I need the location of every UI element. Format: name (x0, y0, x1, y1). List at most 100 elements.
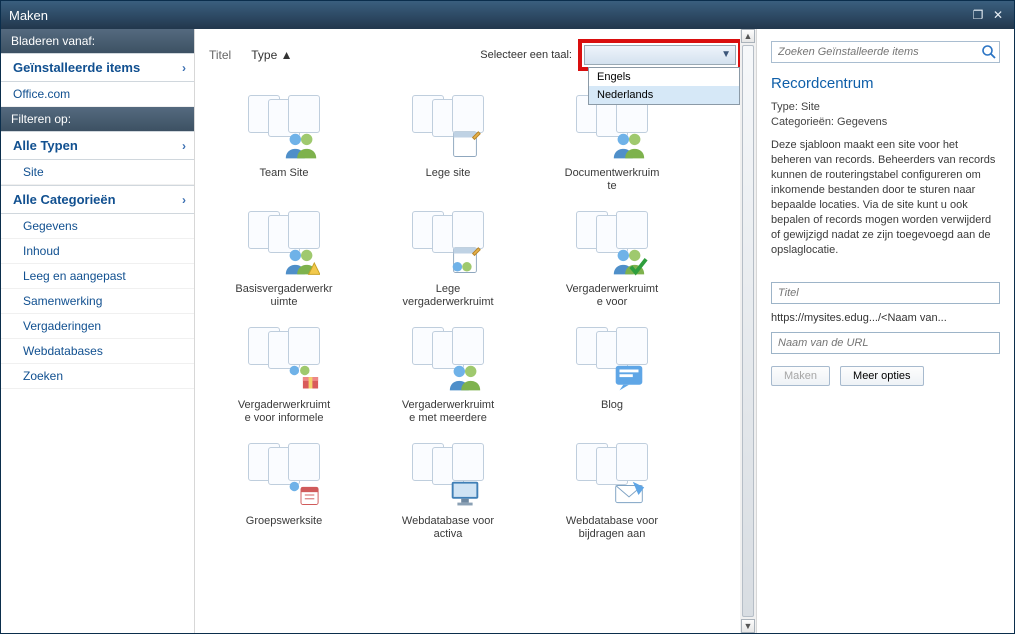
template-label: Groepswerksite (209, 515, 359, 528)
overlay-icon (446, 127, 484, 161)
template-icon (244, 443, 324, 509)
details-meta: Type: Site Categorieën: Gegevens (771, 100, 1000, 130)
language-dropdown: Engels Nederlands (588, 67, 740, 105)
language-block: Selecteer een taal: ▼ Engels Nederlands (480, 39, 742, 71)
search-wrap (771, 41, 1000, 63)
template-tile[interactable]: Lege site (373, 95, 523, 193)
scroll-thumb[interactable] (742, 45, 754, 617)
template-icon (572, 443, 652, 509)
overlay-icon (282, 475, 320, 509)
url-prefix: https://mysites.edug.../<Naam van... (771, 312, 1000, 324)
template-tile[interactable]: Vergaderwerkruimte voor (537, 211, 687, 309)
template-grid: Team Site Lege site Documentwerkruimte Basi… (195, 71, 756, 549)
left-panel: Bladeren vanaf: Geïnstalleerde items › O… (1, 29, 195, 633)
nav-cat-inhoud[interactable]: Inhoud (1, 239, 194, 264)
nav-cat-leeg[interactable]: Leeg en aangepast (1, 264, 194, 289)
template-label: Lege site (373, 167, 523, 180)
maximize-icon[interactable]: ❐ (970, 8, 986, 22)
template-label: Vergaderwerkruimte voor informele (209, 399, 359, 425)
title-field[interactable] (771, 282, 1000, 304)
scroll-up-icon[interactable]: ▲ (741, 29, 755, 43)
template-icon (244, 95, 324, 161)
chevron-right-icon: › (182, 139, 186, 153)
nav-cat-samenwerking[interactable]: Samenwerking (1, 289, 194, 314)
template-tile[interactable]: Vergaderwerkruimte met meerdere (373, 327, 523, 425)
scroll-down-icon[interactable]: ▼ (741, 619, 755, 633)
template-tile[interactable]: Documentwerkruimte (537, 95, 687, 193)
details-title: Recordcentrum (771, 75, 1000, 92)
overlay-icon (446, 475, 484, 509)
lang-option-engels[interactable]: Engels (589, 68, 739, 86)
template-icon (244, 211, 324, 277)
titlebar: Maken ❐ ✕ (1, 1, 1014, 29)
nav-office-com[interactable]: Office.com (1, 82, 194, 107)
template-tile[interactable]: Webdatabase vooractiva (373, 443, 523, 541)
template-icon (572, 211, 652, 277)
chevron-right-icon: › (182, 61, 186, 75)
overlay-icon (610, 243, 648, 277)
dialog-body: Bladeren vanaf: Geïnstalleerde items › O… (1, 29, 1014, 633)
overlay-icon (446, 359, 484, 393)
nav-cat-zoeken[interactable]: Zoeken (1, 364, 194, 389)
overlay-icon (446, 243, 484, 277)
template-label: Webdatabase vooractiva (373, 515, 523, 541)
details-type: Type: Site (771, 100, 1000, 115)
search-input[interactable] (771, 41, 1000, 63)
url-field[interactable] (771, 332, 1000, 354)
highlight-callout: ▼ Engels Nederlands (578, 39, 742, 71)
template-tile[interactable]: Basisvergaderwerkruimte (209, 211, 359, 309)
action-buttons: Maken Meer opties (771, 366, 1000, 386)
template-label: Legevergaderwerkruimt (373, 283, 523, 309)
window-title: Maken (9, 8, 48, 23)
template-icon (408, 211, 488, 277)
nav-all-categories[interactable]: Alle Categorieën › (1, 185, 194, 214)
template-icon (572, 327, 652, 393)
chevron-down-icon: ▼ (721, 49, 731, 60)
vertical-scrollbar[interactable]: ▲ ▼ (740, 29, 756, 633)
template-icon (408, 443, 488, 509)
template-label: Team Site (209, 167, 359, 180)
template-tile[interactable]: Vergaderwerkruimte voor informele (209, 327, 359, 425)
language-select[interactable]: ▼ (584, 45, 736, 65)
template-label: Basisvergaderwerkruimte (209, 283, 359, 309)
close-icon[interactable]: ✕ (990, 8, 1006, 22)
overlay-icon (610, 475, 648, 509)
template-label: Vergaderwerkruimte voor (537, 283, 687, 309)
details-description: Deze sjabloon maakt een site voor het be… (771, 138, 1000, 258)
template-tile[interactable]: Webdatabase voorbijdragen aan (537, 443, 687, 541)
lang-option-nederlands[interactable]: Nederlands (589, 86, 739, 104)
overlay-icon (282, 127, 320, 161)
overlay-icon (282, 359, 320, 393)
template-label: Blog (537, 399, 687, 412)
sort-by-title[interactable]: Titel (209, 48, 231, 62)
template-icon (408, 95, 488, 161)
details-category: Categorieën: Gegevens (771, 115, 1000, 130)
nav-installed-items[interactable]: Geïnstalleerde items › (1, 53, 194, 82)
create-dialog: Maken ❐ ✕ Bladeren vanaf: Geïnstalleerde… (0, 0, 1015, 634)
template-label: Webdatabase voorbijdragen aan (537, 515, 687, 541)
browse-from-header: Bladeren vanaf: (1, 29, 194, 53)
template-tile[interactable]: Groepswerksite (209, 443, 359, 541)
nav-cat-vergaderingen[interactable]: Vergaderingen (1, 314, 194, 339)
language-label: Selecteer een taal: (480, 49, 572, 61)
center-toolbar: Titel Type ▲ Selecteer een taal: ▼ Engel… (195, 29, 756, 71)
template-icon (244, 327, 324, 393)
sort-by-type[interactable]: Type ▲ (251, 48, 292, 62)
sort-controls: Titel Type ▲ (209, 48, 292, 62)
overlay-icon (282, 243, 320, 277)
more-options-button[interactable]: Meer opties (840, 366, 923, 386)
search-icon[interactable] (981, 44, 997, 60)
filter-on-header: Filteren op: (1, 107, 194, 131)
template-tile[interactable]: Legevergaderwerkruimt (373, 211, 523, 309)
create-button[interactable]: Maken (771, 366, 830, 386)
template-tile[interactable]: Blog (537, 327, 687, 425)
center-panel: Titel Type ▲ Selecteer een taal: ▼ Engel… (195, 29, 756, 633)
nav-type-site[interactable]: Site (1, 160, 194, 185)
template-label: Vergaderwerkruimte met meerdere (373, 399, 523, 425)
template-tile[interactable]: Team Site (209, 95, 359, 193)
nav-cat-webdatabases[interactable]: Webdatabases (1, 339, 194, 364)
template-icon (408, 327, 488, 393)
nav-cat-gegevens[interactable]: Gegevens (1, 214, 194, 239)
nav-all-types[interactable]: Alle Typen › (1, 131, 194, 160)
chevron-right-icon: › (182, 193, 186, 207)
